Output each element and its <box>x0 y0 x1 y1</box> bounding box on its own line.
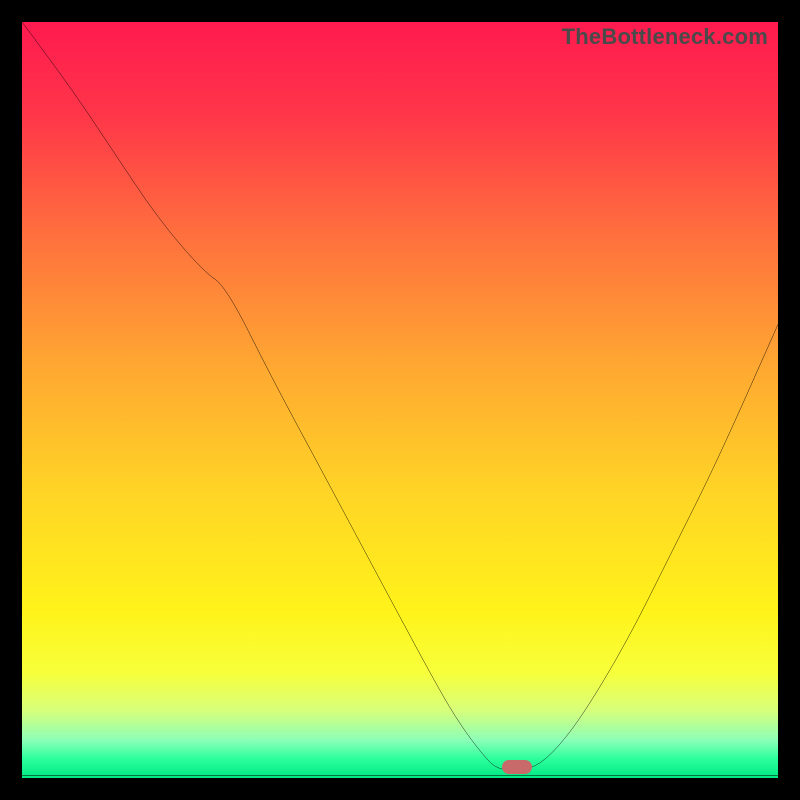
curve-layer <box>22 22 778 778</box>
optimal-marker <box>502 760 532 774</box>
watermark-text: TheBottleneck.com <box>562 24 768 50</box>
outer-frame: TheBottleneck.com <box>0 0 800 800</box>
bottleneck-curve <box>22 22 778 770</box>
plot-area: TheBottleneck.com <box>22 22 778 778</box>
